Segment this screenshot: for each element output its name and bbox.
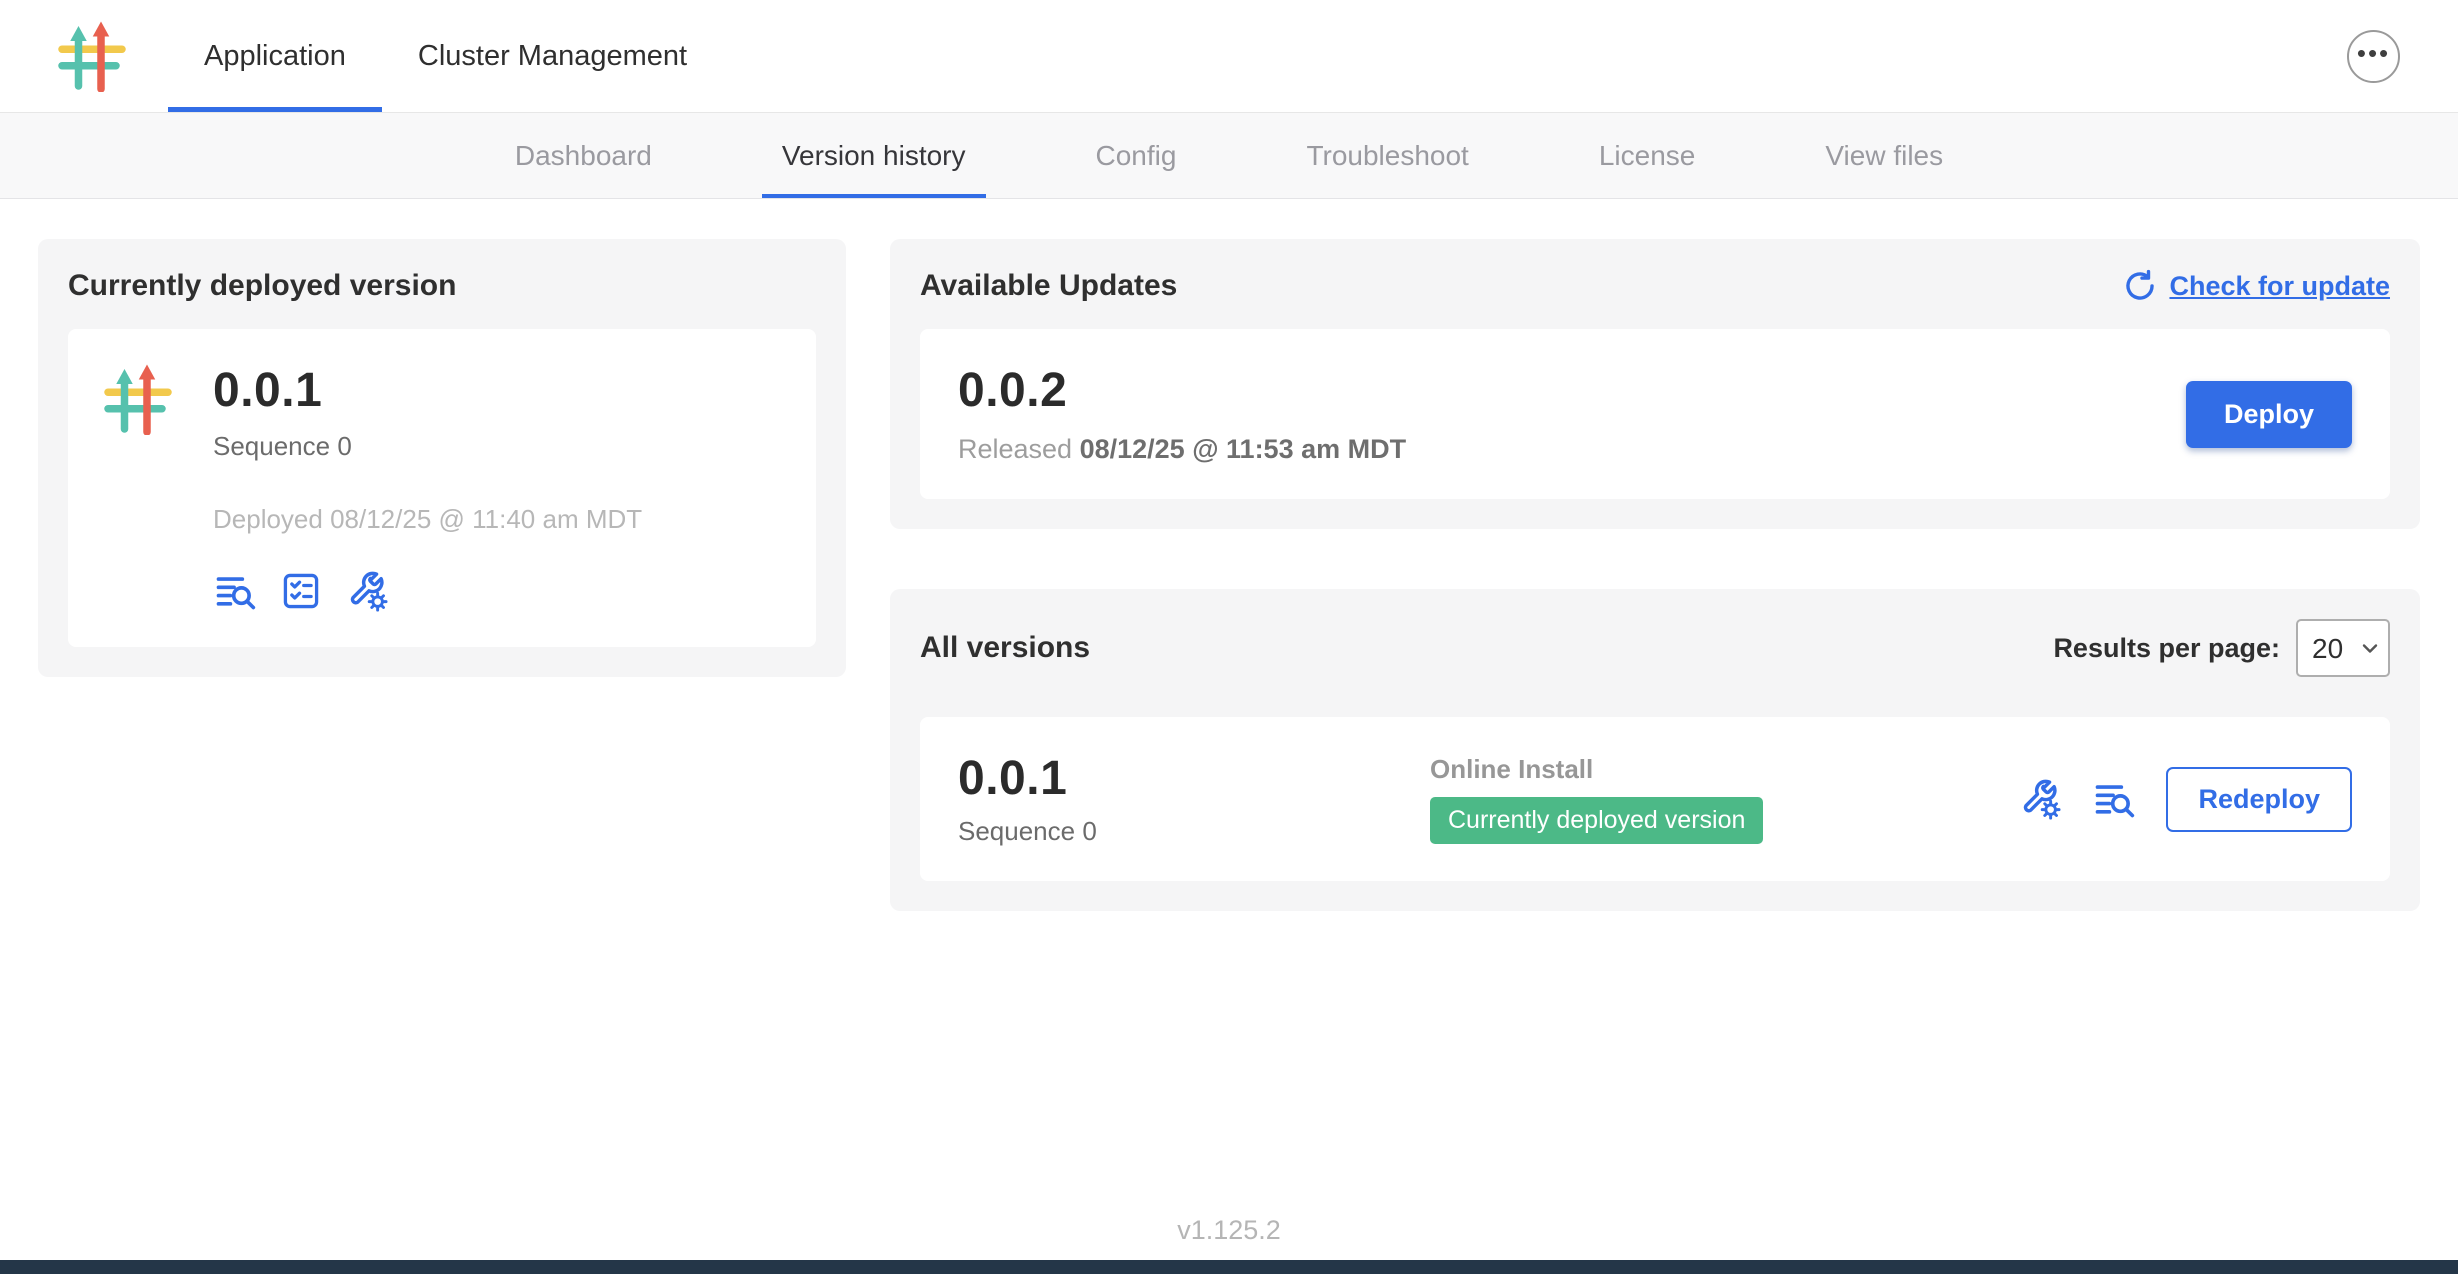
deployed-version-number: 0.0.1: [213, 363, 642, 418]
released-timestamp: Released 08/12/25 @ 11:53 am MDT: [958, 434, 1406, 465]
update-version-number: 0.0.2: [958, 363, 1406, 418]
deployed-actions: [213, 569, 642, 613]
app-subnav: Dashboard Version history Config Trouble…: [0, 113, 2458, 199]
all-versions-card: All versions Results per page: 20: [890, 589, 2420, 911]
tab-version-history-label: Version history: [782, 140, 966, 172]
admin-console-page: Application Cluster Management ••• Dashb…: [0, 0, 2458, 1274]
available-updates-title: Available Updates: [920, 269, 1177, 303]
tab-version-history[interactable]: Version history: [762, 113, 986, 198]
top-nav: Application Cluster Management: [168, 0, 723, 112]
app-logo-icon: [56, 0, 128, 112]
footer-version: v1.125.2: [1177, 1215, 1281, 1245]
deployed-app-icon: [102, 363, 174, 613]
row-sequence-label: Sequence 0: [958, 816, 1430, 847]
results-per-page-select[interactable]: 20: [2296, 619, 2390, 677]
results-per-page: Results per page: 20: [2053, 619, 2390, 677]
tab-application[interactable]: Application: [168, 0, 382, 112]
check-for-update-label: Check for update: [2169, 271, 2390, 302]
bottom-strip: [0, 1260, 2458, 1274]
right-column: Available Updates Check for update 0.0.2…: [890, 239, 2420, 911]
tab-dashboard[interactable]: Dashboard: [495, 113, 672, 198]
deployed-sequence-label: Sequence 0: [213, 431, 642, 462]
deploy-logs-icon[interactable]: [213, 569, 257, 613]
deploy-button[interactable]: Deploy: [2186, 381, 2352, 448]
deployed-timestamp: Deployed 08/12/25 @ 11:40 am MDT: [213, 504, 642, 535]
row-version-details: 0.0.1 Sequence 0: [958, 751, 1430, 847]
tab-view-files-label: View files: [1825, 140, 1943, 172]
available-updates-header: Available Updates Check for update: [920, 269, 2390, 303]
tab-troubleshoot-label: Troubleshoot: [1306, 140, 1468, 172]
row-actions: Redeploy: [2018, 767, 2352, 832]
ellipsis-icon: •••: [2357, 40, 2390, 66]
top-header: Application Cluster Management •••: [0, 0, 2458, 113]
install-type-label: Online Install: [1430, 754, 2018, 785]
released-date: 08/12/25 @ 11:53 am MDT: [1080, 434, 1407, 464]
released-label: Released: [958, 434, 1072, 464]
main-content: Currently deployed version 0.0.1 Sequenc…: [0, 199, 2458, 911]
config-wrench-icon[interactable]: [2018, 777, 2062, 821]
tab-application-label: Application: [204, 40, 346, 73]
tab-license[interactable]: License: [1579, 113, 1716, 198]
results-per-page-label: Results per page:: [2053, 633, 2280, 664]
redeploy-button[interactable]: Redeploy: [2166, 767, 2352, 832]
deploy-logs-icon[interactable]: [2092, 777, 2136, 821]
currently-deployed-title: Currently deployed version: [68, 269, 816, 303]
deployed-version-panel: 0.0.1 Sequence 0 Deployed 08/12/25 @ 11:…: [68, 329, 816, 647]
preflight-checklist-icon[interactable]: [279, 569, 323, 613]
deployed-status-badge: Currently deployed version: [1430, 797, 1763, 844]
row-install-details: Online Install Currently deployed versio…: [1430, 754, 2018, 844]
update-details: 0.0.2 Released 08/12/25 @ 11:53 am MDT: [958, 363, 1406, 465]
tab-cluster-management-label: Cluster Management: [418, 40, 687, 73]
overflow-menu-button[interactable]: •••: [2347, 30, 2400, 83]
deployed-version-details: 0.0.1 Sequence 0 Deployed 08/12/25 @ 11:…: [213, 363, 642, 613]
refresh-icon: [2123, 269, 2157, 303]
results-per-page-select-wrap: 20: [2296, 619, 2390, 677]
config-wrench-icon[interactable]: [345, 569, 389, 613]
update-panel: 0.0.2 Released 08/12/25 @ 11:53 am MDT D…: [920, 329, 2390, 499]
app-footer: v1.125.2: [0, 1215, 2458, 1246]
version-row: 0.0.1 Sequence 0 Online Install Currentl…: [920, 717, 2390, 881]
all-versions-title: All versions: [920, 631, 1090, 665]
currently-deployed-card: Currently deployed version 0.0.1 Sequenc…: [38, 239, 846, 677]
tab-view-files[interactable]: View files: [1805, 113, 1963, 198]
tab-license-label: License: [1599, 140, 1696, 172]
row-version-number: 0.0.1: [958, 751, 1430, 806]
tab-cluster-management[interactable]: Cluster Management: [382, 0, 723, 112]
tab-troubleshoot[interactable]: Troubleshoot: [1286, 113, 1488, 198]
tab-config[interactable]: Config: [1076, 113, 1197, 198]
all-versions-header: All versions Results per page: 20: [920, 619, 2390, 677]
tab-dashboard-label: Dashboard: [515, 140, 652, 172]
check-for-update-link[interactable]: Check for update: [2123, 269, 2390, 303]
available-updates-card: Available Updates Check for update 0.0.2…: [890, 239, 2420, 529]
tab-config-label: Config: [1096, 140, 1177, 172]
